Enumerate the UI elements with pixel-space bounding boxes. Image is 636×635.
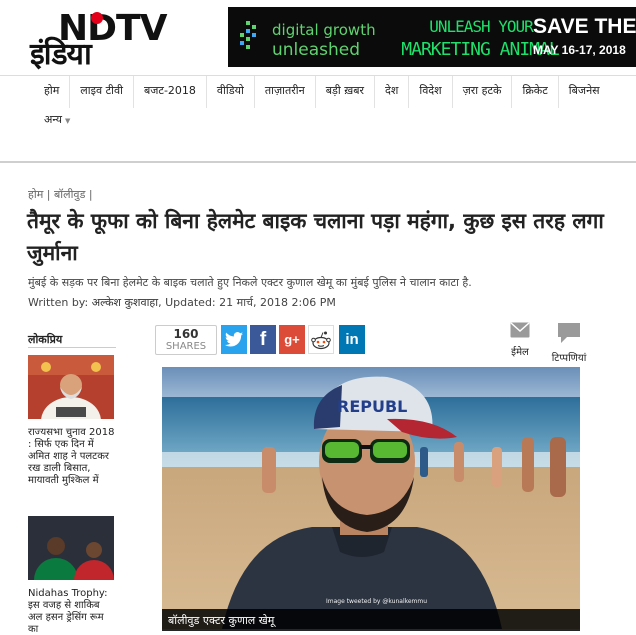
byline-prefix: Written by: <box>28 296 89 309</box>
reddit-icon <box>311 331 331 349</box>
nav-item-budget[interactable]: बजट-2018 <box>134 76 207 108</box>
nav-item-latest[interactable]: ताज़ातरीन <box>255 76 316 108</box>
twitter-icon <box>225 332 243 347</box>
site-header: NDTV इंडिया digital growth unleashed UNL… <box>0 0 636 75</box>
sidebar-item-2-text[interactable]: Nidahas Trophy: इस वजह से शाकिब अल हसन ड… <box>28 588 116 635</box>
beach-portrait-photo: REPUBL <box>162 367 580 629</box>
ad-dates: MAY 16-17, 2018 <box>533 43 626 57</box>
share-count-box: 160 SHARES <box>155 325 217 355</box>
ad-brand-line-1: digital growth <box>272 21 376 39</box>
nav-item-video[interactable]: वीडियो <box>207 76 255 108</box>
cricketer-photo <box>28 516 114 580</box>
ad-brand-line-2: unleashed <box>272 40 361 60</box>
google-plus-icon: g+ <box>284 332 300 347</box>
comment-icon <box>558 323 580 343</box>
email-icon <box>510 322 530 338</box>
sidebar-title: लोकप्रिय <box>28 333 63 346</box>
linkedin-share-button[interactable]: in <box>339 325 365 354</box>
breadcrumb-section[interactable]: बॉलीवुड <box>54 188 85 201</box>
breadcrumb: होम | बॉलीवुड | <box>28 188 93 201</box>
email-button[interactable]: ईमेल <box>506 322 534 358</box>
sidebar-thumbnail-2[interactable] <box>28 516 114 580</box>
breadcrumb-home[interactable]: होम <box>28 188 43 201</box>
logo-red-dot <box>91 12 103 24</box>
byline-author[interactable]: अल्केश कुशवाहा <box>92 296 158 309</box>
image-caption-text: बॉलीवुड एक्टर कुणाल खेमू <box>168 614 275 627</box>
article-summary: मुंबई के सड़क पर बिना हेलमेट के बाइक चला… <box>28 276 472 289</box>
nav-item-india[interactable]: देश <box>375 76 410 108</box>
politician-photo <box>28 355 114 419</box>
reddit-share-button[interactable] <box>308 325 334 354</box>
nav-item-live-tv[interactable]: लाइव टीवी <box>70 76 134 108</box>
sidebar-thumbnail-1[interactable] <box>28 355 114 419</box>
ad-cta: SAVE THE <box>533 15 636 38</box>
comments-label: टिप्पणियां <box>551 353 587 364</box>
facebook-share-button[interactable]: f <box>250 325 276 354</box>
digital-growth-icon <box>240 21 256 49</box>
ndtv-india-logo[interactable]: NDTV इंडिया <box>30 8 200 72</box>
nav-item-home[interactable]: होम <box>34 76 71 108</box>
nav-row: होम लाइव टीवी बजट-2018 वीडियो ताज़ातरीन … <box>34 76 610 108</box>
share-count-number: 160 <box>173 327 199 341</box>
chevron-down-icon: ▼ <box>65 117 71 125</box>
main-navigation: होम लाइव टीवी बजट-2018 वीडियो ताज़ातरीन … <box>0 75 636 163</box>
logo-india-text: इंडिया <box>30 37 92 72</box>
sidebar-item-1-text[interactable]: राज्यसभा चुनाव 2018 : सिर्फ एक दिन में अ… <box>28 427 116 487</box>
nav-item-world[interactable]: विदेश <box>409 76 453 108</box>
nav-more-label: अन्य <box>44 113 63 126</box>
email-label: ईमेल <box>511 347 529 358</box>
nav-item-business[interactable]: बिजनेस <box>559 76 610 108</box>
article-byline: Written by: अल्केश कुशवाहा, Updated: 21 … <box>28 295 336 310</box>
facebook-icon: f <box>259 328 267 350</box>
nav-item-top-news[interactable]: बड़ी ख़बर <box>316 76 376 108</box>
sidebar-divider <box>28 347 116 348</box>
image-caption-bar: बॉलीवुड एक्टर कुणाल खेमू <box>162 609 580 631</box>
google-plus-share-button[interactable]: g+ <box>279 325 305 354</box>
nav-item-offbeat[interactable]: ज़रा हटके <box>453 76 513 108</box>
share-count-label: SHARES <box>165 341 207 352</box>
advertisement-banner[interactable]: digital growth unleashed UNLEASH YOUR MA… <box>228 7 636 67</box>
twitter-share-button[interactable] <box>221 325 247 354</box>
cap-text: REPUBL <box>337 397 407 416</box>
comments-button[interactable]: टिप्पणियां <box>544 322 594 364</box>
nav-item-cricket[interactable]: क्रिकेट <box>512 76 559 108</box>
nav-more-dropdown[interactable]: अन्य ▼ <box>44 112 70 127</box>
linkedin-icon: in <box>345 331 359 348</box>
image-credit: Image tweeted by @kunalkemmu <box>326 598 428 605</box>
byline-updated: , Updated: 21 मार्च, 2018 2:06 PM <box>158 296 336 309</box>
article-hero-image: REPUBL <box>162 367 580 629</box>
article-headline: तैमूर के फूफा को बिना हेलमेट बाइक चलाना … <box>27 209 604 265</box>
